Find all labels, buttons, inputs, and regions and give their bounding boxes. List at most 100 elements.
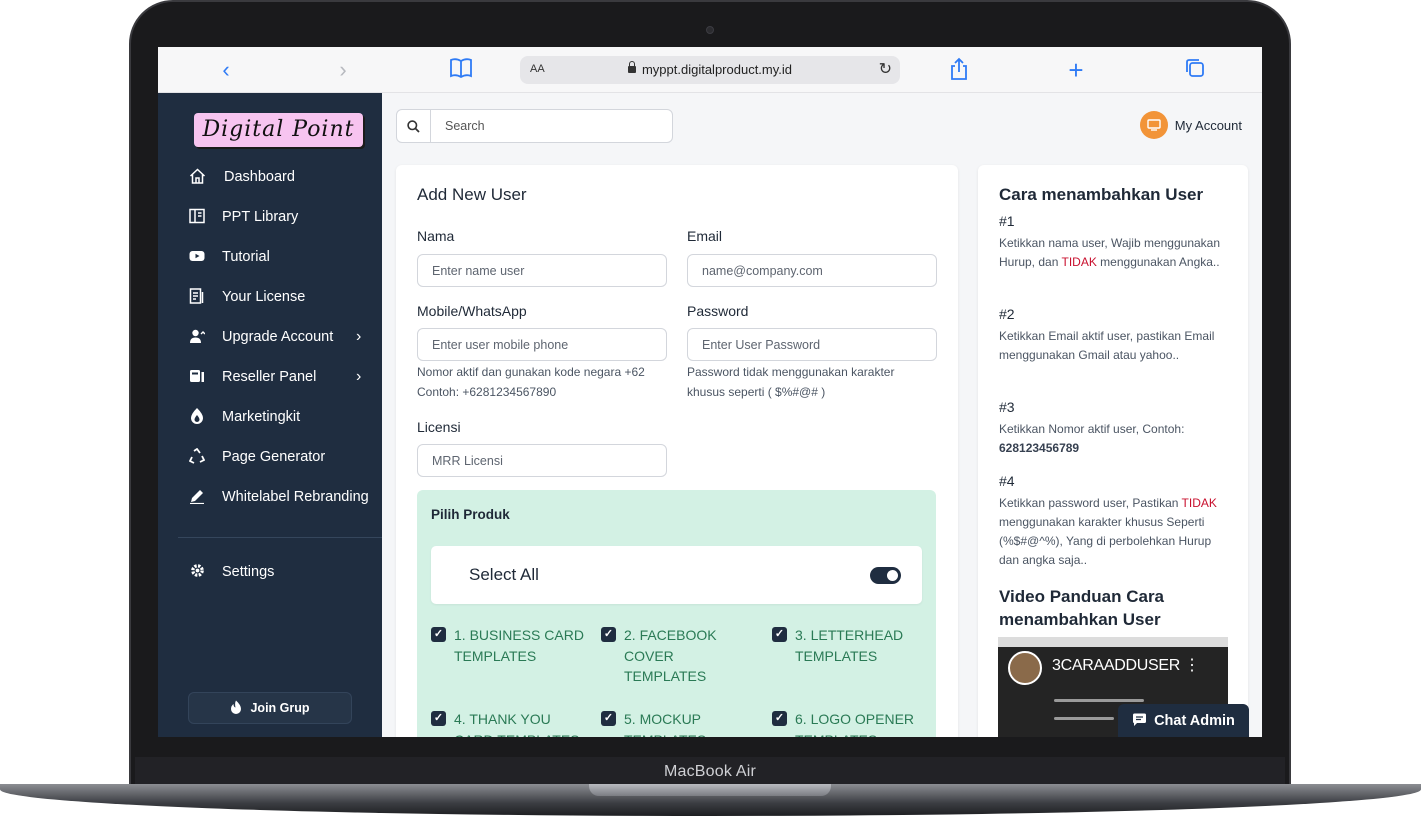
sidebar-item-page-generator[interactable]: Page Generator [188,445,325,469]
join-group-label: Join Grup [250,701,310,715]
mobile-input[interactable] [417,328,667,361]
screen: ‹ › AA myppt.digitalproduct.my.id ↻ + Di… [158,47,1262,737]
mobile-label: Mobile/WhatsApp [417,303,527,319]
checkbox-checked-icon[interactable]: ✓ [601,711,616,726]
bookmarks-icon[interactable] [448,57,474,83]
password-label: Password [687,303,749,319]
reload-icon[interactable]: ↻ [879,59,892,79]
search-box [396,109,673,143]
licensi-label: Licensi [417,419,461,435]
join-group-button[interactable]: Join Grup [188,692,352,724]
video-text-line [1054,699,1144,702]
recycle-icon [188,447,206,467]
product-label: 4. THANK YOU CARD TEMPLATES [454,711,580,737]
highlight-tidak: TIDAK [1061,255,1097,269]
search-icon[interactable] [397,110,431,142]
my-account-menu[interactable]: My Account [1139,111,1242,139]
product-item[interactable]: ✓ 4. THANK YOU CARD TEMPLATES [431,709,591,737]
chat-admin-label: Chat Admin [1154,713,1235,729]
example-number: 628123456789 [999,441,1080,455]
checkbox-checked-icon[interactable]: ✓ [431,627,446,642]
sidebar-item-label: Tutorial [222,249,270,265]
product-item[interactable]: ✓ 1. BUSINESS CARD TEMPLATES [431,625,591,666]
youtube-icon [188,249,206,265]
select-all-toggle[interactable] [870,567,901,584]
step-number: #3 [999,399,1015,415]
product-item[interactable]: ✓ 3. LETTERHEAD TEMPLATES [772,625,932,666]
licensi-input[interactable] [417,444,667,477]
pen-icon [188,488,206,507]
product-picker: Pilih Produk Select All ✓ 1. BUSINESS CA… [417,490,936,737]
sidebar-item-label: Reseller Panel [222,369,317,385]
sidebar-item-whitelabel-rebranding[interactable]: Whitelabel Rebranding [188,485,369,509]
step-text: Ketikkan nama user, Wajib menggunakan Hu… [999,236,1221,269]
chevron-right-icon: › [356,328,362,345]
sidebar-item-reseller-panel[interactable]: Reseller Panel › [188,365,361,389]
step-number: #1 [999,213,1015,229]
camera [706,26,714,34]
account-label: My Account [1174,117,1242,133]
sidebar-item-ppt-library[interactable]: PPT Library [188,205,298,229]
forward-icon[interactable]: › [330,57,356,83]
user-upgrade-icon [188,328,206,347]
email-label: Email [687,228,723,244]
product-item[interactable]: ✓ 5. MOCKUP TEMPLATES [601,709,741,737]
checkbox-checked-icon[interactable]: ✓ [601,627,616,642]
add-user-card: Add New User Nama Email Mobile/WhatsApp … [396,165,958,737]
sidebar-item-label: Upgrade Account [222,329,334,345]
password-help-text: Password tidak menggunakan karakter khus… [687,365,895,399]
sidebar-item-upgrade-account[interactable]: Upgrade Account › [188,325,361,349]
step-text: Ketikkan Nomor aktif user, Contoh: 62812… [999,422,1185,455]
checkbox-checked-icon[interactable]: ✓ [772,711,787,726]
sidebar-item-label: Your License [222,289,306,305]
brand-logo[interactable]: Digital Point [194,113,363,147]
laptop-notch [589,784,831,796]
select-all-row[interactable]: Select All [431,546,922,604]
sidebar: Digital Point Dashboard PPT Library Tuto… [158,93,382,737]
share-icon[interactable] [946,57,972,83]
more-vert-icon[interactable]: ⋮ [1184,655,1200,675]
account-avatar [1139,111,1168,139]
sidebar-item-label: PPT Library [222,209,299,225]
gear-icon [188,563,206,581]
checkbox-checked-icon[interactable]: ✓ [431,711,446,726]
sidebar-item-settings[interactable]: Settings [188,560,274,584]
select-all-label: Select All [469,565,539,584]
video-thumb-title: 3CARAADDUSER [1052,657,1180,674]
back-icon[interactable]: ‹ [213,57,239,83]
home-icon [188,167,206,187]
nama-label: Nama [417,228,455,244]
chat-admin-button[interactable]: Chat Admin [1118,704,1249,737]
password-input[interactable] [687,328,937,361]
product-item[interactable]: ✓ 2. FACEBOOK COVER TEMPLATES [601,625,741,687]
step-number: #4 [999,473,1015,489]
product-item[interactable]: ✓ 6. LOGO OPENER TEMPLATES [772,709,932,737]
highlight-tidak: TIDAK [1181,496,1217,510]
step-text: Ketikkan Email aktif user, pastikan Emai… [999,329,1215,362]
product-label: 3. LETTERHEAD TEMPLATES [795,627,904,664]
video-channel-avatar [1008,651,1042,685]
video-title: Video Panduan Cara menambahkan User [999,587,1165,629]
browser-toolbar: ‹ › AA myppt.digitalproduct.my.id ↻ + [158,47,1262,93]
tabs-overview-icon[interactable] [1182,57,1208,83]
new-tab-icon[interactable]: + [1063,57,1089,83]
fire-icon [230,700,242,717]
product-label: 5. MOCKUP TEMPLATES [624,711,706,737]
video-browser-bar [998,637,1228,647]
sidebar-item-label: Page Generator [222,449,326,465]
sidebar-item-label: Dashboard [224,169,295,185]
address-bar[interactable]: AA myppt.digitalproduct.my.id ↻ [520,56,900,84]
sidebar-item-dashboard[interactable]: Dashboard [188,165,295,189]
sidebar-item-your-license[interactable]: Your License [188,285,305,309]
email-input[interactable] [687,254,937,287]
sidebar-item-tutorial[interactable]: Tutorial [188,245,270,269]
library-icon [188,208,206,227]
checkbox-checked-icon[interactable]: ✓ [772,627,787,642]
nama-input[interactable] [417,254,667,287]
device-label: MacBook Air [135,757,1285,787]
sidebar-item-marketingkit[interactable]: Marketingkit [188,405,300,429]
search-input[interactable] [433,110,671,142]
sidebar-item-label: Whitelabel Rebranding [222,489,369,505]
step-number: #2 [999,306,1015,322]
reseller-icon [188,369,206,386]
